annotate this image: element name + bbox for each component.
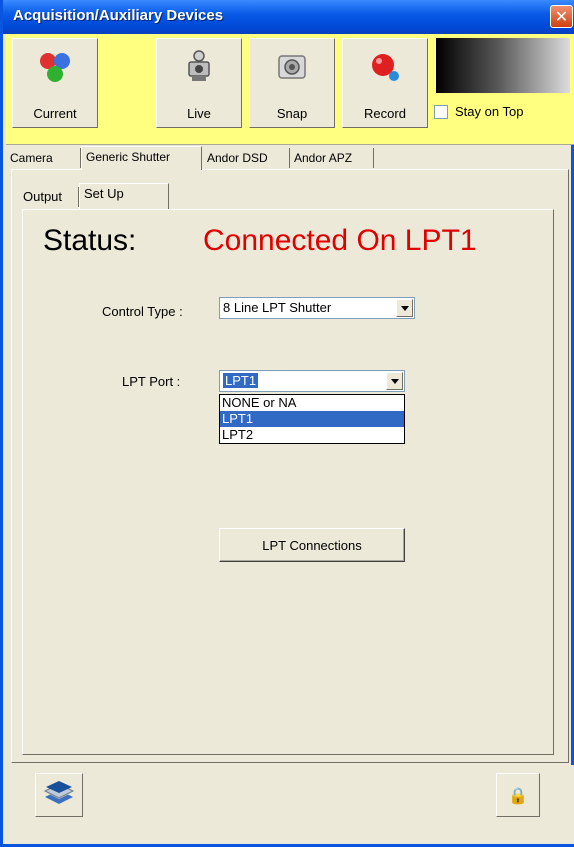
record-button[interactable]: Record [342,38,428,128]
acquisition-toolbar: Current Live Snap Record Stay on Top [6,34,574,145]
record-icon [372,54,399,81]
tab-camera[interactable]: Camera [6,148,81,168]
current-label: Current [33,106,77,121]
chevron-down-icon[interactable] [396,299,413,317]
control-type-select[interactable]: 8 Line LPT Shutter [219,297,415,319]
lpt-port-dropdown-list: NONE or NA LPT1 LPT2 [219,394,405,444]
control-type-value: 8 Line LPT Shutter [223,300,332,315]
layers-button[interactable] [35,773,83,817]
lpt-port-label: LPT Port : [122,374,181,389]
device-window: Acquisition/Auxiliary Devices ✕ Current … [0,0,574,847]
control-type-label: Control Type : [102,304,183,319]
molecule-icon [40,53,70,82]
option-lpt1[interactable]: LPT1 [220,411,404,427]
bottom-bar: 🔒 [6,765,574,844]
title-bar[interactable]: Acquisition/Auxiliary Devices ✕ [3,0,574,34]
lpt-port-select[interactable]: LPT1 [219,370,405,392]
window-title: Acquisition/Auxiliary Devices [13,7,224,24]
lpt-connections-button[interactable]: LPT Connections [219,528,405,562]
snap-label: Snap [276,106,308,121]
tab-andor-dsd[interactable]: Andor DSD [203,148,290,168]
live-button[interactable]: Live [156,38,242,128]
stay-on-top-label: Stay on Top [455,104,524,119]
option-lpt2[interactable]: LPT2 [220,427,404,443]
stay-on-top-checkbox[interactable]: Stay on Top [434,104,523,119]
current-button[interactable]: Current [12,38,98,128]
tab-generic-shutter[interactable]: Generic Shutter [81,146,202,170]
snap-button[interactable]: Snap [249,38,335,128]
tab-output[interactable]: Output [19,187,79,207]
live-label: Live [187,106,211,121]
close-icon: ✕ [554,7,569,26]
close-button[interactable]: ✕ [550,5,573,28]
stay-on-top-box[interactable] [434,104,448,119]
layers-icon [43,781,75,804]
tab-andor-apz[interactable]: Andor APZ [290,148,374,168]
lock-icon: 🔒 [508,785,528,805]
status-label: Status: [43,224,137,257]
video-camera-icon [188,50,210,81]
setup-panel [22,209,554,755]
tab-set-up[interactable]: Set Up [79,183,169,209]
lock-button[interactable]: 🔒 [496,773,540,817]
status-value: Connected On LPT1 [203,224,477,257]
option-none-or-na[interactable]: NONE or NA [220,395,404,411]
camera-icon [278,55,306,79]
lpt-port-value: LPT1 [223,373,259,388]
record-label: Record [364,106,406,121]
intensity-gradient [436,38,570,93]
chevron-down-icon[interactable] [386,372,403,390]
device-tabs: Camera Generic Shutter Andor DSD Andor A… [6,146,574,170]
